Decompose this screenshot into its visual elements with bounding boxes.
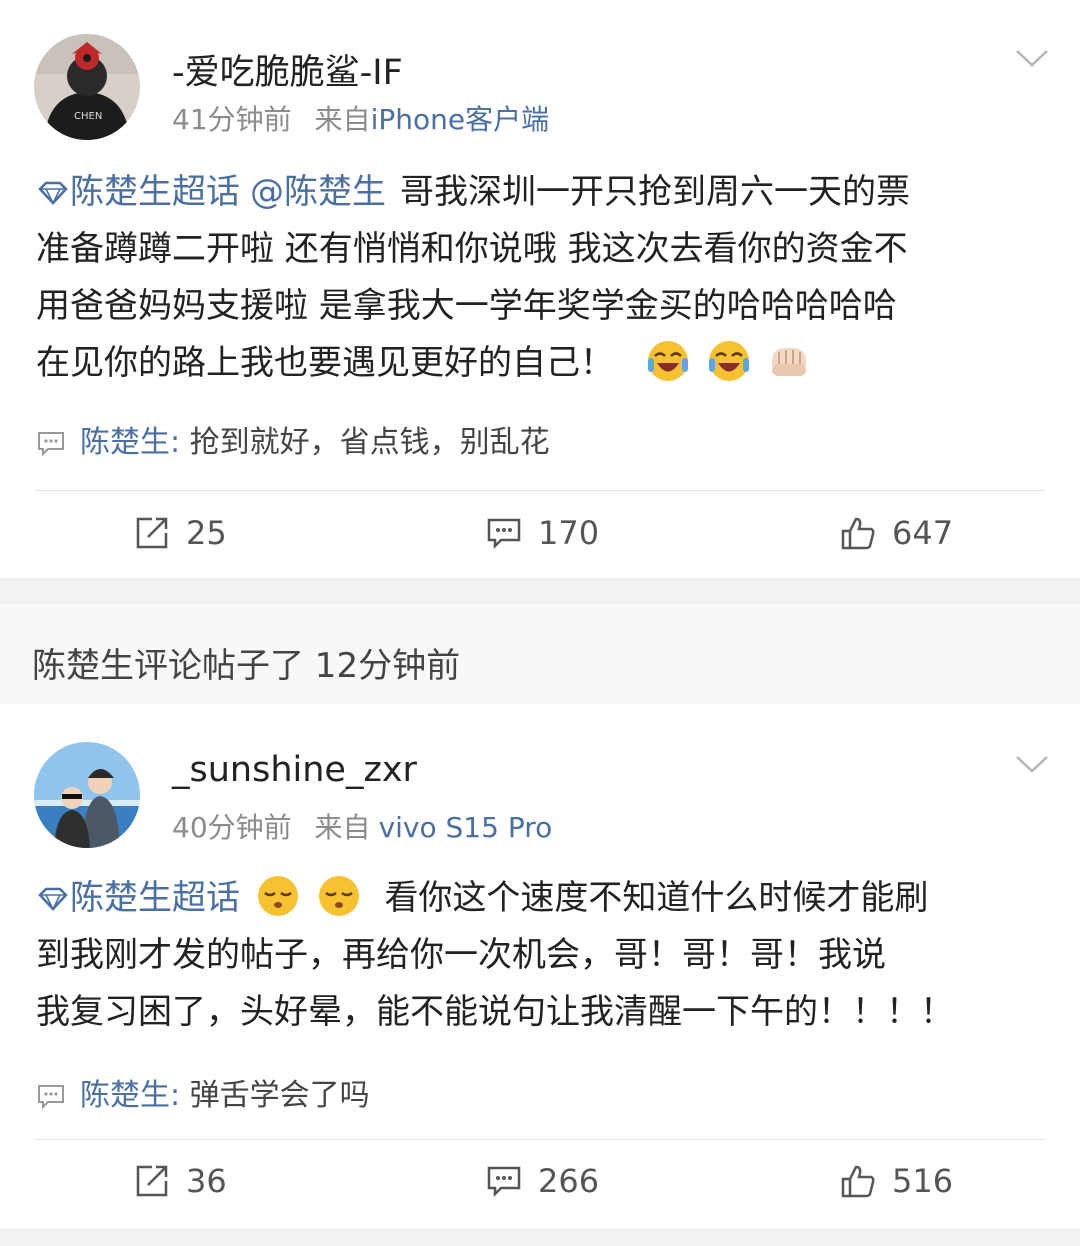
repost-icon bbox=[136, 1165, 168, 1197]
post-meta: 41分钟前 来自iPhone客户端 bbox=[172, 98, 549, 138]
diamond-icon bbox=[38, 181, 68, 205]
supertopic-link[interactable]: 陈楚生超话 bbox=[70, 172, 240, 212]
username[interactable]: _sunshine_zxr bbox=[172, 750, 417, 790]
post-card[interactable]: CHEN -爱吃脆脆鲨-IF 41分钟前 来自iPhone客户端 陈楚生超话 @陈… bbox=[0, 0, 1080, 578]
repost-icon bbox=[136, 517, 168, 549]
post-source[interactable]: iPhone客户端 bbox=[371, 103, 550, 136]
reply-preview[interactable]: 陈楚生: 抢到就好，省点钱，别乱花 bbox=[36, 417, 550, 461]
repost-button[interactable]: 25 bbox=[134, 514, 227, 552]
repost-count: 25 bbox=[186, 514, 227, 552]
grinning-sweat-emoji bbox=[647, 341, 688, 381]
comment-icon bbox=[487, 1166, 521, 1198]
grinning-sweat-emoji bbox=[708, 341, 749, 381]
repost-button[interactable]: 36 bbox=[134, 1162, 227, 1200]
reply-text: 弹舌学会了吗 bbox=[180, 1078, 370, 1113]
comment-button[interactable]: 170 bbox=[486, 514, 599, 552]
content-line: 在见你的路上我也要遇见更好的自己！ bbox=[36, 343, 614, 383]
post-source[interactable]: vivo S15 Pro bbox=[379, 811, 553, 844]
post-time: 40分钟前 bbox=[172, 811, 292, 844]
comment-icon bbox=[38, 1085, 64, 1110]
avatar[interactable] bbox=[34, 742, 140, 848]
content-line: 到我刚才发的帖子，再给你一次机会，哥！哥！哥！我说 bbox=[36, 935, 886, 975]
source-prefix: 来自 bbox=[314, 103, 371, 136]
content-line: 看你这个速度不知道什么时候才能刷 bbox=[384, 878, 929, 918]
content-line: 哥我深圳一开只抢到周六一天的票 bbox=[400, 172, 910, 212]
reply-preview[interactable]: 陈楚生: 弹舌学会了吗 bbox=[36, 1070, 370, 1114]
comment-notice: 陈楚生评论帖子了 12分钟前 bbox=[32, 646, 461, 686]
content-line: 用爸爸妈妈支援啦 是拿我大一学年奖学金买的哈哈哈哈哈 bbox=[36, 286, 897, 326]
comment-notice-bar[interactable]: 陈楚生评论帖子了 12分钟前 bbox=[0, 604, 1080, 704]
username[interactable]: -爱吃脆脆鲨-IF bbox=[172, 44, 403, 95]
section-separator bbox=[0, 578, 1080, 604]
content-line: 我复习困了，头好晕，能不能说句让我清醒一下午的！！！！ bbox=[36, 992, 954, 1032]
comment-icon bbox=[487, 518, 521, 550]
relieved-emoji bbox=[257, 876, 298, 916]
like-count: 647 bbox=[892, 514, 954, 552]
post-card[interactable]: _sunshine_zxr 40分钟前 来自 vivo S15 Pro 陈楚生超话 bbox=[0, 704, 1080, 1228]
chevron-down-icon[interactable] bbox=[1014, 46, 1050, 70]
mention-link[interactable]: @陈楚生 bbox=[250, 172, 386, 212]
comment-count: 266 bbox=[538, 1162, 600, 1200]
post-content: 陈楚生超话 @陈楚生 哥我深圳一开只抢到周六一天的票 准备蹲蹲二开啦 还有悄悄和你说… bbox=[36, 164, 1048, 392]
post-meta: 40分钟前 来自 vivo S15 Pro bbox=[172, 806, 552, 846]
comment-icon bbox=[38, 432, 64, 457]
relieved-emoji bbox=[318, 876, 359, 916]
avatar[interactable]: CHEN bbox=[34, 34, 140, 140]
like-button[interactable]: 647 bbox=[840, 514, 953, 552]
reply-user[interactable]: 陈楚生: bbox=[80, 425, 180, 460]
like-count: 516 bbox=[892, 1162, 954, 1200]
post-content: 陈楚生超话 看你这个速度不知道什么时候才能刷 到我刚才发的帖子，再给你一次机会，… bbox=[36, 870, 1048, 1041]
divider bbox=[34, 1139, 1046, 1140]
diamond-icon bbox=[38, 887, 68, 911]
repost-count: 36 bbox=[186, 1162, 227, 1200]
comment-button[interactable]: 266 bbox=[486, 1162, 599, 1200]
comment-count: 170 bbox=[538, 514, 600, 552]
post-time: 41分钟前 bbox=[172, 103, 292, 136]
like-button[interactable]: 516 bbox=[840, 1162, 953, 1200]
reply-user[interactable]: 陈楚生: bbox=[80, 1078, 180, 1113]
reply-text: 抢到就好，省点钱，别乱花 bbox=[180, 425, 550, 460]
like-icon bbox=[841, 1165, 875, 1198]
content-line: 准备蹲蹲二开啦 还有悄悄和你说哦 我这次去看你的资金不 bbox=[36, 229, 908, 269]
section-separator bbox=[0, 1228, 1080, 1246]
like-icon bbox=[841, 517, 875, 550]
divider bbox=[34, 490, 1046, 491]
svg-text:CHEN: CHEN bbox=[74, 111, 102, 122]
punch-emoji bbox=[772, 348, 807, 376]
source-prefix: 来自 bbox=[314, 811, 371, 844]
chevron-down-icon[interactable] bbox=[1014, 752, 1050, 776]
supertopic-link[interactable]: 陈楚生超话 bbox=[70, 878, 240, 918]
